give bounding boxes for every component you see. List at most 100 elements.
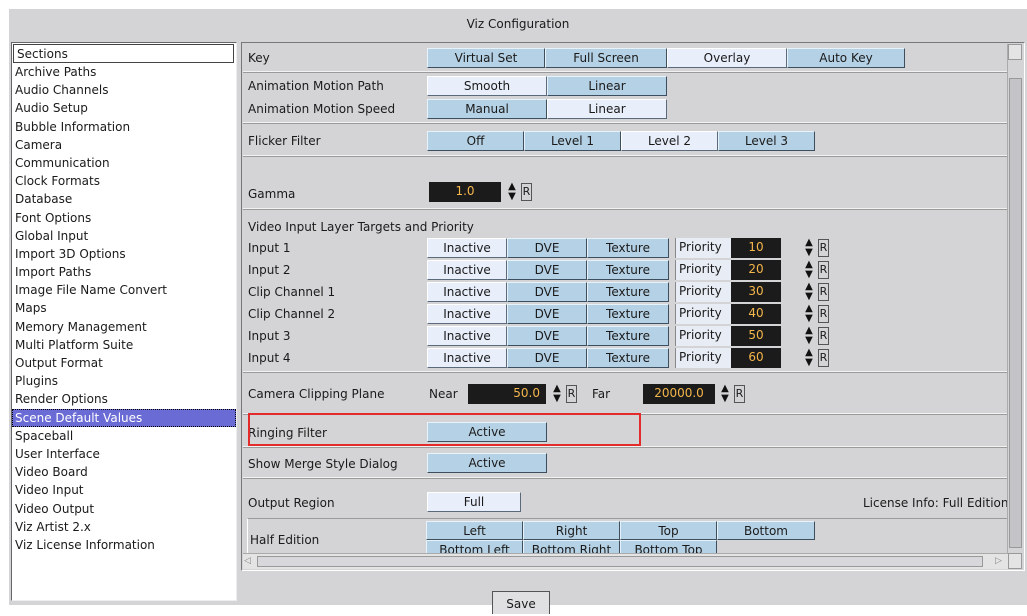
input-3-priority-spinner[interactable]: ▲ ▼	[801, 326, 817, 346]
far-value[interactable]: 20000.0	[643, 384, 715, 404]
flicker-off-button[interactable]: Off	[427, 131, 524, 151]
input-4-dve-button[interactable]: DVE	[507, 348, 587, 368]
motion-path-linear-button[interactable]: Linear	[547, 76, 667, 96]
input-3-priority-value[interactable]: 50	[731, 326, 781, 346]
input-1-inactive-button[interactable]: Inactive	[427, 238, 507, 258]
clip-channel-1-priority-spinner[interactable]: ▲ ▼	[801, 282, 817, 302]
spin-down-icon[interactable]: ▼	[549, 394, 565, 404]
input-1-dve-button[interactable]: DVE	[507, 238, 587, 258]
input-2-texture-button[interactable]: Texture	[587, 260, 669, 280]
input-1-priority-reset-button[interactable]: R	[818, 239, 829, 257]
sidebar-item-video-output[interactable]: Video Output	[12, 500, 236, 518]
scroll-right-icon[interactable]: ▷	[995, 555, 1007, 568]
sidebar-item-output-format[interactable]: Output Format	[12, 354, 236, 372]
gamma-reset-button[interactable]: R	[521, 183, 532, 201]
clip-channel-1-priority-reset-button[interactable]: R	[818, 283, 829, 301]
sidebar-item-image-file-name-convert[interactable]: Image File Name Convert	[12, 281, 236, 299]
motion-path-smooth-button[interactable]: Smooth	[427, 76, 547, 96]
sidebar-item-video-board[interactable]: Video Board	[12, 463, 236, 481]
sections-list[interactable]: Sections Archive Paths Audio Channels Audi…	[11, 42, 237, 601]
key-full-screen-button[interactable]: Full Screen	[545, 48, 667, 68]
input-1-priority-spinner[interactable]: ▲ ▼	[801, 238, 817, 258]
spin-down-icon[interactable]: ▼	[801, 248, 817, 258]
half-top-button[interactable]: Top	[620, 521, 717, 540]
sidebar-item-font-options[interactable]: Font Options	[12, 209, 236, 227]
spin-down-icon[interactable]: ▼	[801, 336, 817, 346]
horizontal-scroll-thumb[interactable]	[257, 556, 983, 567]
input-4-texture-button[interactable]: Texture	[587, 348, 669, 368]
sidebar-item-import-paths[interactable]: Import Paths	[12, 263, 236, 281]
spin-down-icon[interactable]: ▼	[801, 270, 817, 280]
near-spinner[interactable]: ▲ ▼	[549, 384, 565, 404]
input-4-priority-value[interactable]: 60	[731, 348, 781, 368]
gamma-value[interactable]: 1.0	[429, 182, 501, 202]
sidebar-item-audio-setup[interactable]: Audio Setup	[12, 99, 236, 117]
spin-down-icon[interactable]: ▼	[504, 192, 520, 202]
clip-channel-2-priority-spinner[interactable]: ▲ ▼	[801, 304, 817, 324]
input-1-priority-value[interactable]: 10	[731, 238, 781, 258]
input-3-dve-button[interactable]: DVE	[507, 326, 587, 346]
spin-down-icon[interactable]: ▼	[801, 314, 817, 324]
sidebar-item-clock-formats[interactable]: Clock Formats	[12, 172, 236, 190]
scroll-down-icon[interactable]	[1008, 553, 1022, 569]
input-2-priority-spinner[interactable]: ▲ ▼	[801, 260, 817, 280]
key-auto-key-button[interactable]: Auto Key	[787, 48, 905, 68]
input-3-inactive-button[interactable]: Inactive	[427, 326, 507, 346]
sidebar-item-viz-license-information[interactable]: Viz License Information	[12, 536, 236, 554]
spin-down-icon[interactable]: ▼	[717, 394, 733, 404]
half-bottom-button[interactable]: Bottom	[717, 521, 815, 540]
half-left-button[interactable]: Left	[426, 521, 523, 540]
far-reset-button[interactable]: R	[734, 385, 745, 403]
clip-channel-2-priority-reset-button[interactable]: R	[818, 305, 829, 323]
sidebar-item-multi-platform-suite[interactable]: Multi Platform Suite	[12, 336, 236, 354]
clip-channel-2-priority-value[interactable]: 40	[731, 304, 781, 324]
input-3-texture-button[interactable]: Texture	[587, 326, 669, 346]
clip-channel-2-dve-button[interactable]: DVE	[507, 304, 587, 324]
input-2-dve-button[interactable]: DVE	[507, 260, 587, 280]
output-region-full-button[interactable]: Full	[427, 492, 521, 512]
vertical-scrollbar[interactable]	[1007, 44, 1023, 569]
half-right-button[interactable]: Right	[523, 521, 620, 540]
key-overlay-button[interactable]: Overlay	[667, 48, 787, 68]
merge-active-button[interactable]: Active	[427, 453, 547, 473]
sidebar-item-archive-paths[interactable]: Archive Paths	[12, 63, 236, 81]
clip-channel-1-dve-button[interactable]: DVE	[507, 282, 587, 302]
key-virtual-set-button[interactable]: Virtual Set	[427, 48, 545, 68]
sidebar-item-spaceball[interactable]: Spaceball	[12, 427, 236, 445]
scroll-left-icon[interactable]: ◁	[244, 555, 256, 568]
sidebar-item-plugins[interactable]: Plugins	[12, 372, 236, 390]
horizontal-scrollbar[interactable]: ◁ ▷	[243, 553, 1008, 569]
sidebar-item-bubble-information[interactable]: Bubble Information	[12, 118, 236, 136]
near-value[interactable]: 50.0	[468, 384, 546, 404]
input-4-priority-spinner[interactable]: ▲ ▼	[801, 348, 817, 368]
sidebar-item-audio-channels[interactable]: Audio Channels	[12, 81, 236, 99]
input-2-priority-reset-button[interactable]: R	[818, 261, 829, 279]
sidebar-item-database[interactable]: Database	[12, 190, 236, 208]
spin-down-icon[interactable]: ▼	[801, 358, 817, 368]
flicker-level-1-button[interactable]: Level 1	[524, 131, 621, 151]
spin-down-icon[interactable]: ▼	[801, 292, 817, 302]
motion-speed-manual-button[interactable]: Manual	[427, 99, 547, 119]
sidebar-item-import-3d-options[interactable]: Import 3D Options	[12, 245, 236, 263]
vertical-scroll-thumb[interactable]	[1009, 78, 1022, 548]
gamma-spinner[interactable]: ▲ ▼	[504, 182, 520, 202]
motion-speed-linear-button[interactable]: Linear	[547, 99, 667, 119]
input-4-inactive-button[interactable]: Inactive	[427, 348, 507, 368]
clip-channel-1-priority-value[interactable]: 30	[731, 282, 781, 302]
clip-channel-2-inactive-button[interactable]: Inactive	[427, 304, 507, 324]
sidebar-item-scene-default-values[interactable]: Scene Default Values	[12, 408, 236, 427]
clip-channel-1-inactive-button[interactable]: Inactive	[427, 282, 507, 302]
clip-channel-2-texture-button[interactable]: Texture	[587, 304, 669, 324]
sidebar-item-memory-management[interactable]: Memory Management	[12, 318, 236, 336]
sidebar-item-video-input[interactable]: Video Input	[12, 481, 236, 499]
sidebar-item-viz-artist-2-x[interactable]: Viz Artist 2.x	[12, 518, 236, 536]
save-button[interactable]: Save	[492, 591, 550, 614]
input-1-texture-button[interactable]: Texture	[587, 238, 669, 258]
sidebar-item-communication[interactable]: Communication	[12, 154, 236, 172]
sidebar-item-render-options[interactable]: Render Options	[12, 390, 236, 408]
clip-channel-1-texture-button[interactable]: Texture	[587, 282, 669, 302]
input-3-priority-reset-button[interactable]: R	[818, 327, 829, 345]
sidebar-item-maps[interactable]: Maps	[12, 299, 236, 317]
sidebar-item-global-input[interactable]: Global Input	[12, 227, 236, 245]
sidebar-item-user-interface[interactable]: User Interface	[12, 445, 236, 463]
